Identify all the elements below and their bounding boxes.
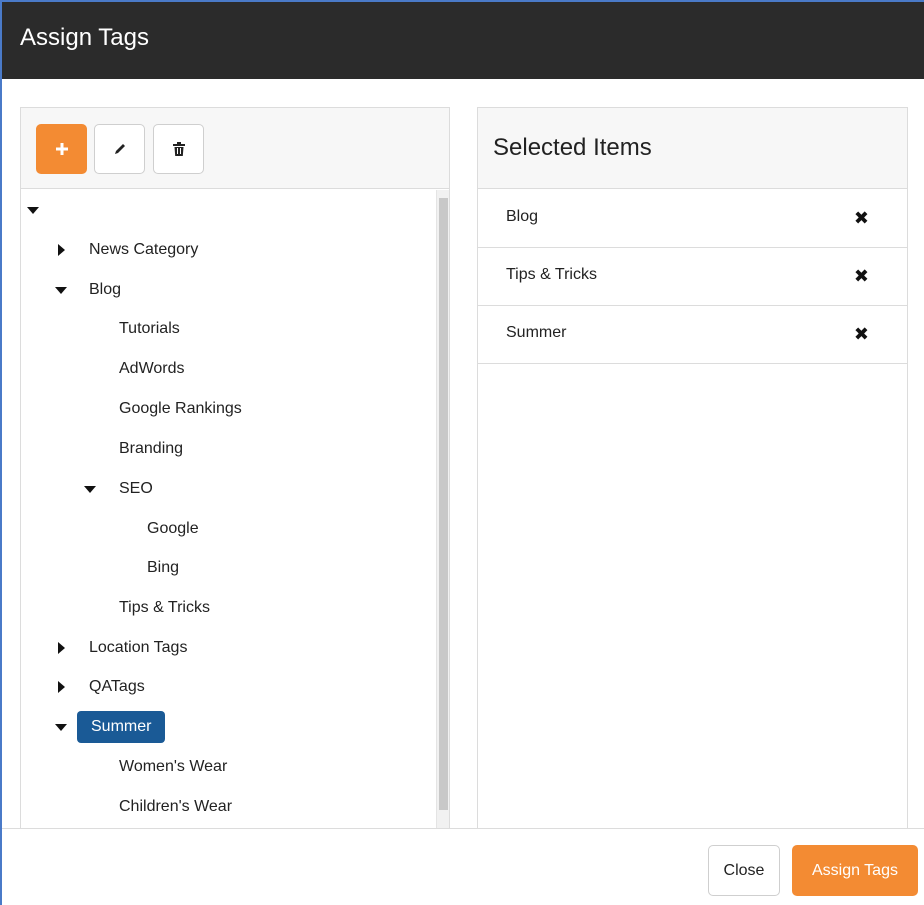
- tree-node-news-category[interactable]: News Category: [55, 235, 204, 265]
- selected-items-panel: Selected Items Blog ✖ Tips & Tricks ✖ Su…: [477, 107, 908, 829]
- tree-node-label[interactable]: Women's Wear: [113, 754, 233, 780]
- tree-node-adwords[interactable]: AdWords: [113, 354, 191, 384]
- tree-node-label[interactable]: Bing: [141, 555, 185, 581]
- scrollbar-thumb[interactable]: [439, 198, 448, 810]
- tree-toolbar: [21, 108, 449, 189]
- x-icon[interactable]: ✖: [854, 324, 869, 345]
- caret-down-icon[interactable]: [55, 284, 67, 296]
- tree-node-label[interactable]: Google Rankings: [113, 396, 248, 422]
- assign-tags-dialog: Assign Tags News Category Blog Tutorials…: [0, 0, 924, 905]
- tree-node-google[interactable]: Google: [141, 514, 205, 544]
- close-button[interactable]: Close: [708, 845, 780, 896]
- caret-down-icon[interactable]: [84, 483, 96, 495]
- tree-scrollbar[interactable]: [436, 190, 449, 830]
- dialog-titlebar: Assign Tags: [2, 2, 924, 79]
- selected-item-label: Tips & Tricks: [506, 266, 597, 283]
- selected-item-label: Summer: [506, 324, 567, 341]
- caret-right-icon[interactable]: [55, 681, 67, 693]
- add-tag-button[interactable]: [36, 124, 87, 174]
- tree-node-label[interactable]: Location Tags: [83, 635, 193, 661]
- caret-right-icon[interactable]: [55, 244, 67, 256]
- selected-items-heading: Selected Items: [493, 134, 652, 161]
- tree-node-tips-and-tricks[interactable]: Tips & Tricks: [113, 593, 216, 623]
- selected-items-header: Selected Items: [478, 108, 907, 189]
- tree-node-womens-wear[interactable]: Women's Wear: [113, 752, 233, 782]
- tree-node-childrens-wear[interactable]: Children's Wear: [113, 792, 238, 822]
- caret-down-icon[interactable]: [55, 721, 67, 733]
- tree-node-bing[interactable]: Bing: [141, 553, 185, 583]
- tree-node-location-tags[interactable]: Location Tags: [55, 633, 193, 663]
- pencil-icon: [114, 144, 125, 154]
- tree-root[interactable]: [27, 195, 39, 225]
- caret-down-icon[interactable]: [27, 204, 39, 216]
- tree-node-label[interactable]: Google: [141, 516, 205, 542]
- tree-node-blog[interactable]: Blog: [55, 275, 127, 305]
- tag-tree: News Category Blog Tutorials AdWords Goo…: [21, 190, 449, 830]
- edit-tag-button[interactable]: [94, 124, 145, 174]
- tree-node-label[interactable]: Tips & Tricks: [113, 595, 216, 621]
- x-icon[interactable]: ✖: [854, 208, 869, 229]
- delete-tag-button[interactable]: [153, 124, 204, 174]
- tree-node-summer[interactable]: Summer: [55, 711, 166, 743]
- tree-node-qatags[interactable]: QATags: [55, 672, 151, 702]
- tree-node-google-rankings[interactable]: Google Rankings: [113, 394, 248, 424]
- tree-node-label[interactable]: Branding: [113, 436, 189, 462]
- selected-item: Tips & Tricks ✖: [478, 248, 907, 306]
- assign-tags-button[interactable]: Assign Tags: [792, 845, 918, 896]
- tree-node-label[interactable]: Tutorials: [113, 316, 186, 342]
- dialog-footer: Close Assign Tags: [2, 828, 924, 905]
- plus-icon: [55, 143, 68, 155]
- tree-node-label[interactable]: SEO: [113, 476, 159, 502]
- tree-node-tutorials[interactable]: Tutorials: [113, 314, 186, 344]
- x-icon[interactable]: ✖: [854, 266, 869, 287]
- selected-item: Summer ✖: [478, 306, 907, 364]
- tree-node-label[interactable]: AdWords: [113, 356, 191, 382]
- tree-node-label[interactable]: QATags: [83, 674, 151, 700]
- tree-node-label[interactable]: Blog: [83, 277, 127, 303]
- tree-node-branding[interactable]: Branding: [113, 434, 189, 464]
- trash-icon: [172, 142, 185, 156]
- tag-tree-panel: News Category Blog Tutorials AdWords Goo…: [20, 107, 450, 830]
- selected-item: Blog ✖: [478, 190, 907, 248]
- selected-item-label: Blog: [506, 208, 539, 225]
- tree-node-seo[interactable]: SEO: [84, 474, 159, 504]
- tree-node-label-selected[interactable]: Summer: [77, 711, 166, 743]
- tree-node-label[interactable]: Children's Wear: [113, 794, 238, 820]
- caret-right-icon[interactable]: [55, 642, 67, 654]
- dialog-title: Assign Tags: [20, 24, 149, 51]
- tree-node-label[interactable]: News Category: [83, 237, 204, 263]
